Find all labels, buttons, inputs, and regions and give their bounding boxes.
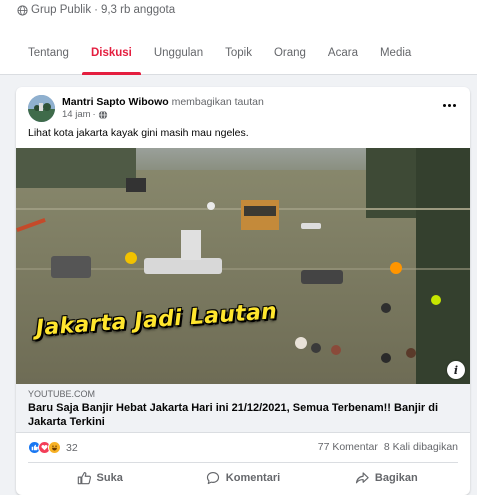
tab-media[interactable]: Media [369,36,422,75]
globe-icon [98,110,107,119]
avatar[interactable] [28,95,55,122]
divider [28,462,458,463]
post-text: Lihat kota jakarta kayak gini masih mau … [28,127,249,139]
share-icon [355,472,369,484]
tab-tentang[interactable]: Tentang [16,36,80,75]
share-button[interactable]: Bagikan [315,464,458,492]
group-header: Grup Publik · 9,3 rb anggota Tentang Dis… [0,0,477,75]
tab-orang[interactable]: Orang [263,36,317,75]
haha-icon [48,441,61,454]
comment-count[interactable]: 77 Komentar [318,441,378,453]
tab-acara[interactable]: Acara [317,36,369,75]
link-preview-image[interactable]: Jakarta Jadi Lautan i [16,148,470,384]
tab-topik[interactable]: Topik [214,36,263,75]
group-tabs: Tentang Diskusi Unggulan Topik Orang Aca… [16,36,422,75]
post-card: Mantri Sapto Wibowo membagikan tautan 14… [16,87,470,495]
link-domain: YOUTUBE.COM [28,389,96,399]
tab-unggulan[interactable]: Unggulan [143,36,214,75]
info-icon[interactable]: i [447,361,465,379]
like-label: Suka [96,472,123,484]
post-action: membagikan tautan [171,96,264,108]
meta-separator: · [94,4,98,16]
post-time-line: 14 jam · [62,109,108,120]
link-info[interactable]: YOUTUBE.COM Baru Saja Banjir Hebat Jakar… [16,384,470,433]
like-button[interactable]: Suka [28,464,171,492]
post-time[interactable]: 14 jam [62,109,91,120]
comment-label: Komentari [225,472,281,484]
globe-icon [17,4,28,16]
group-meta: Grup Publik · 9,3 rb anggota [17,4,175,16]
post-actions: Suka Komentari Bagikan [28,464,458,492]
reactions[interactable]: 32 [28,441,78,454]
avatar-image [28,95,55,122]
group-privacy: Grup Publik [31,4,92,16]
tab-diskusi[interactable]: Diskusi [80,36,143,75]
link-title[interactable]: Baru Saja Banjir Hebat Jakarta Hari ini … [28,401,448,429]
time-separator: · [92,109,96,120]
thumbs-up-icon [77,472,91,485]
author-line: Mantri Sapto Wibowo membagikan tautan [62,96,264,108]
more-options-icon[interactable] [440,98,458,112]
reaction-count: 32 [66,441,78,454]
post-stats: 32 77 Komentar 8 Kali dibagikan [28,441,458,459]
share-label: Bagikan [374,472,418,484]
group-members[interactable]: 9,3 rb anggota [101,4,175,16]
comment-icon [206,472,219,485]
author-name[interactable]: Mantri Sapto Wibowo [62,96,169,108]
share-count[interactable]: 8 Kali dibagikan [384,441,458,453]
flood-scene-image [16,148,470,384]
engagement-counts: 77 Komentar 8 Kali dibagikan [318,441,458,453]
comment-button[interactable]: Komentari [171,464,314,492]
